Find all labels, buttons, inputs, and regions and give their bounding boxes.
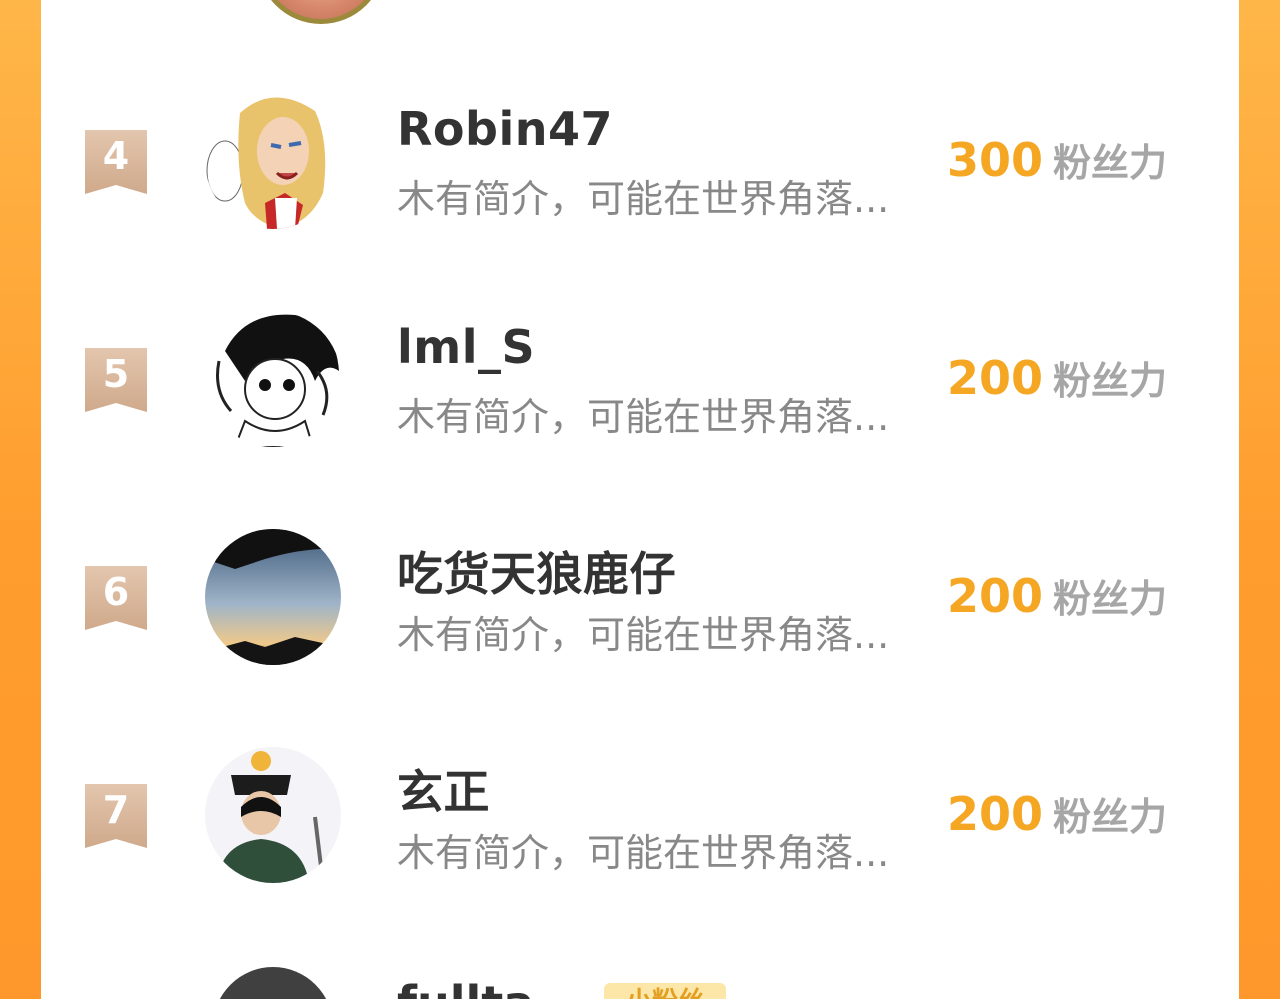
username[interactable]: 玄正 xyxy=(397,756,490,822)
fans-value: 300 xyxy=(947,133,1044,187)
rank-badge-icon: 5 xyxy=(85,348,147,412)
fans-power: 300 粉丝力 xyxy=(947,132,1167,187)
user-intro: 木有简介，可能在世界角落... xyxy=(397,177,890,221)
username-partial[interactable]: fullta... xyxy=(397,976,587,999)
username[interactable]: lml_S xyxy=(397,320,535,374)
avatar-partial-bottom[interactable] xyxy=(213,967,333,999)
ranking-row[interactable]: 6 吃货天狼鹿仔 木有简介，可能在世界角落... 200 粉丝力 xyxy=(41,516,1239,676)
rank-number: 4 xyxy=(102,134,130,178)
fans-unit: 粉丝力 xyxy=(1053,141,1168,185)
rank-badge-icon: 7 xyxy=(85,784,147,848)
sky-rooftop-photo-avatar-icon xyxy=(205,529,341,665)
rank-number: 6 xyxy=(102,570,130,614)
avatar-partial-top[interactable] xyxy=(257,0,385,24)
fans-unit: 粉丝力 xyxy=(1053,795,1168,839)
fan-level-badge: 小粉丝 xyxy=(604,983,726,999)
user-intro: 木有简介，可能在世界角落... xyxy=(397,831,890,875)
hat-warrior-character-avatar-icon xyxy=(205,747,341,883)
avatar[interactable] xyxy=(205,93,341,229)
user-intro: 木有简介，可能在世界角落... xyxy=(397,613,890,657)
rank-badge-icon: 4 xyxy=(85,130,147,194)
fans-unit: 粉丝力 xyxy=(1053,577,1168,621)
manga-black-haired-character-avatar-icon xyxy=(205,311,341,447)
username[interactable]: 吃货天狼鹿仔 xyxy=(397,538,676,604)
rank-number: 5 xyxy=(102,352,130,396)
fans-power: 200 粉丝力 xyxy=(947,786,1167,841)
ranking-row[interactable]: 5 lml_S 木有简介，可能在世界角落... 200 粉丝力 xyxy=(41,298,1239,458)
user-intro: 木有简介，可能在世界角落... xyxy=(397,395,890,439)
fans-value: 200 xyxy=(947,351,1044,405)
anime-blond-character-avatar-icon xyxy=(205,93,341,229)
fans-power: 200 粉丝力 xyxy=(947,350,1167,405)
ranking-row[interactable]: 7 玄正 木有简介，可能在世界角落... 200 粉丝力 xyxy=(41,734,1239,894)
rank-badge-icon: 6 xyxy=(85,566,147,630)
avatar[interactable] xyxy=(205,747,341,883)
fans-power: 200 粉丝力 xyxy=(947,568,1167,623)
avatar[interactable] xyxy=(205,529,341,665)
ranking-row[interactable]: 4 Robin47 木有简介，可能在世界角落... 300 粉丝力 xyxy=(41,80,1239,240)
ranking-card: 4 Robin47 木有简介，可能在世界角落... 300 粉丝力 5 lml_… xyxy=(41,0,1239,999)
rank-number: 7 xyxy=(102,788,130,832)
fans-unit: 粉丝力 xyxy=(1053,359,1168,403)
fans-value: 200 xyxy=(947,569,1044,623)
avatar[interactable] xyxy=(205,311,341,447)
username[interactable]: Robin47 xyxy=(397,102,613,156)
fans-value: 200 xyxy=(947,787,1044,841)
